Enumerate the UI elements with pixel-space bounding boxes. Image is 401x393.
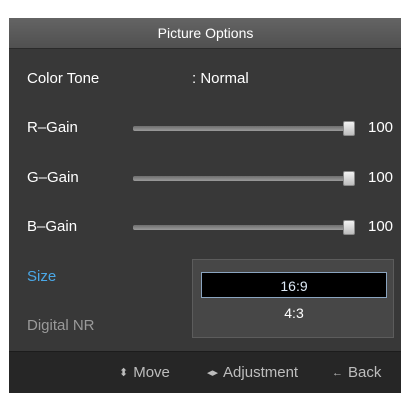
move-hint-label: Move [133, 364, 170, 381]
adjustment-hint-label: Adjustment [223, 364, 299, 381]
color-tone-value[interactable]: : Normal [192, 70, 249, 88]
b-gain-slider[interactable] [133, 220, 355, 235]
back-hint: ← Back [332, 364, 381, 382]
b-gain-slider-fill [133, 225, 349, 230]
b-gain-slider-thumb[interactable] [343, 220, 355, 235]
size-option-16-9[interactable]: 16:9 [201, 272, 387, 298]
r-gain-value: 100 [368, 119, 394, 136]
picture-options-panel: Picture Options Color Tone : Normal R–Ga… [9, 18, 401, 393]
back-hint-label: Back [348, 364, 382, 381]
g-gain-slider[interactable] [133, 171, 355, 186]
g-gain-slider-thumb[interactable] [343, 171, 355, 186]
r-gain-slider-thumb[interactable] [343, 121, 355, 136]
g-gain-label[interactable]: G–Gain [27, 169, 79, 187]
adjustment-hint: ◂▸ Adjustment [207, 364, 298, 382]
r-gain-label[interactable]: R–Gain [27, 119, 78, 137]
color-tone-label[interactable]: Color Tone [27, 70, 99, 88]
left-right-arrows-icon: ◂▸ [207, 367, 219, 379]
g-gain-slider-fill [133, 176, 349, 181]
b-gain-value: 100 [368, 218, 394, 235]
digital-nr-label[interactable]: Digital NR [27, 317, 95, 335]
up-down-arrows-icon: ⬍ [119, 367, 129, 379]
b-gain-label[interactable]: B–Gain [27, 218, 77, 236]
size-label[interactable]: Size [27, 268, 56, 286]
r-gain-slider-fill [133, 126, 349, 131]
r-gain-slider[interactable] [133, 121, 355, 136]
panel-title: Picture Options [9, 18, 401, 49]
footer-hint-bar: ⬍ Move ◂▸ Adjustment ← Back [9, 351, 401, 393]
size-dropdown[interactable]: 16:9 4:3 [192, 259, 394, 338]
g-gain-value: 100 [368, 169, 394, 186]
back-arrow-icon: ← [332, 367, 343, 379]
move-hint: ⬍ Move [119, 364, 170, 382]
size-option-4-3[interactable]: 4:3 [201, 300, 387, 326]
